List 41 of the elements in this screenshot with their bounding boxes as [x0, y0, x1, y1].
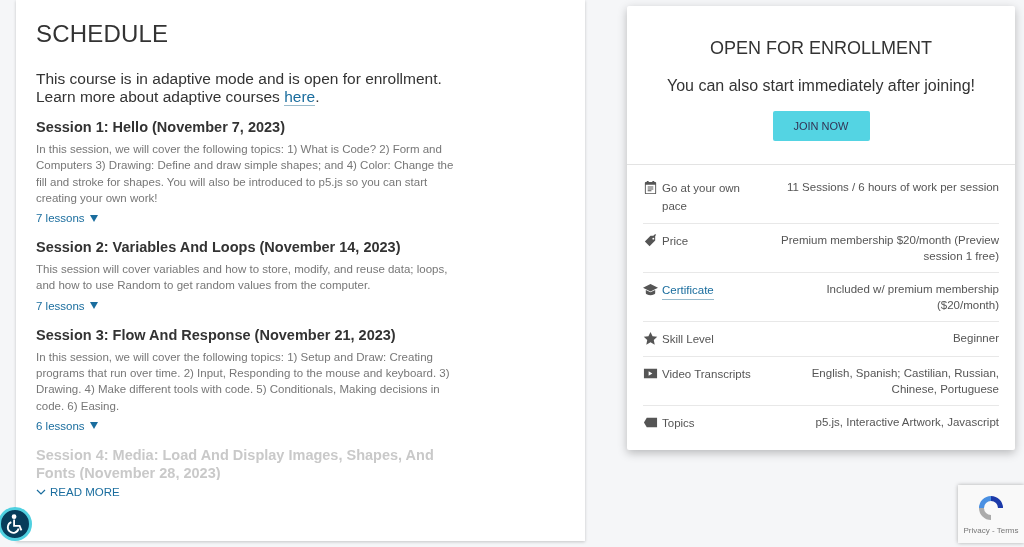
detail-label-link[interactable]: Certificate: [662, 281, 714, 300]
triangle-down-icon: [89, 214, 98, 222]
calendar-icon: [643, 180, 658, 195]
session-title: Session 1: Hello (November 7, 2023): [36, 118, 285, 136]
detail-value: Premium membership $20/month (Preview session 1 free): [780, 233, 999, 264]
price-tag-icon: [643, 233, 658, 248]
enrollment-subtitle: You can also start immediately after joining!: [667, 77, 975, 95]
detail-value: Beginner: [952, 331, 999, 346]
detail-value: 11 Sessions / 6 hours of work per session: [787, 180, 999, 195]
lessons-toggle[interactable]: 6 lessons: [36, 419, 98, 432]
detail-value: English, Spanish; Castilian, Russian, Chinese, Portuguese: [810, 366, 999, 397]
detail-label: Go at your own pace: [662, 181, 741, 214]
detail-label: Skill Level: [662, 332, 714, 347]
session-description: In this session, we will cover the following topics: 1) What is Code? 2) Form and Computers 3) Drawing: Define and draw simple shapes; and 4) Color: Change the fill and stroke for shapes. You will also be introduced to p5.js so you can start creating your own work!: [36, 142, 455, 206]
read-more-button[interactable]: READ MORE: [36, 485, 120, 498]
recaptcha-icon: [976, 493, 1006, 523]
here-link[interactable]: here: [284, 88, 316, 106]
privacy-terms-text[interactable]: Privacy - Terms: [963, 526, 1019, 535]
chevron-down-icon: [36, 488, 46, 495]
star-icon: [643, 331, 658, 346]
triangle-down-icon: [89, 302, 98, 310]
tag-icon: [643, 415, 658, 430]
accessibility-button[interactable]: [0, 507, 32, 541]
detail-value: p5.js, Interactive Artwork, Javascript: [815, 415, 999, 430]
video-play-icon: [643, 366, 658, 381]
lessons-toggle[interactable]: 7 lessons: [36, 299, 98, 312]
detail-value: Included w/ premium membership ($20/month): [825, 282, 999, 313]
join-now-button[interactable]: JOIN NOW: [772, 111, 870, 141]
session-title: Session 2: Variables And Loops (November 14, 2023): [36, 238, 401, 257]
graduation-cap-icon: [643, 282, 658, 297]
schedule-title: SCHEDULE: [36, 20, 170, 48]
lessons-toggle[interactable]: 7 lessons: [36, 212, 98, 225]
intro-text: This course is in adaptive mode and is open for enrollment. Learn more about adaptive courses here.: [36, 70, 443, 106]
enrollment-title: OPEN FOR ENROLLMENT: [710, 38, 932, 59]
session-description: In this session, we will cover the following topics: 1) Setup and Draw: Creating programs that run over time. 2) Input, Responding to the mouse and keyboard. 3) Drawing. 4) Make different tools with code. 5) Conditionals, Making decisions in code. 6) Easing.: [36, 349, 451, 414]
detail-label: Video Transcripts: [662, 367, 751, 382]
detail-label: Price: [662, 234, 689, 249]
detail-label: Topics: [662, 416, 695, 431]
session-title: Session 3: Flow And Response (November 21, 2023): [36, 325, 396, 344]
triangle-down-icon: [89, 422, 98, 430]
session-description: This session will cover variables and how to store, modify, and reuse data; loops, and how to use Random to get random values from the computer.: [36, 262, 449, 294]
